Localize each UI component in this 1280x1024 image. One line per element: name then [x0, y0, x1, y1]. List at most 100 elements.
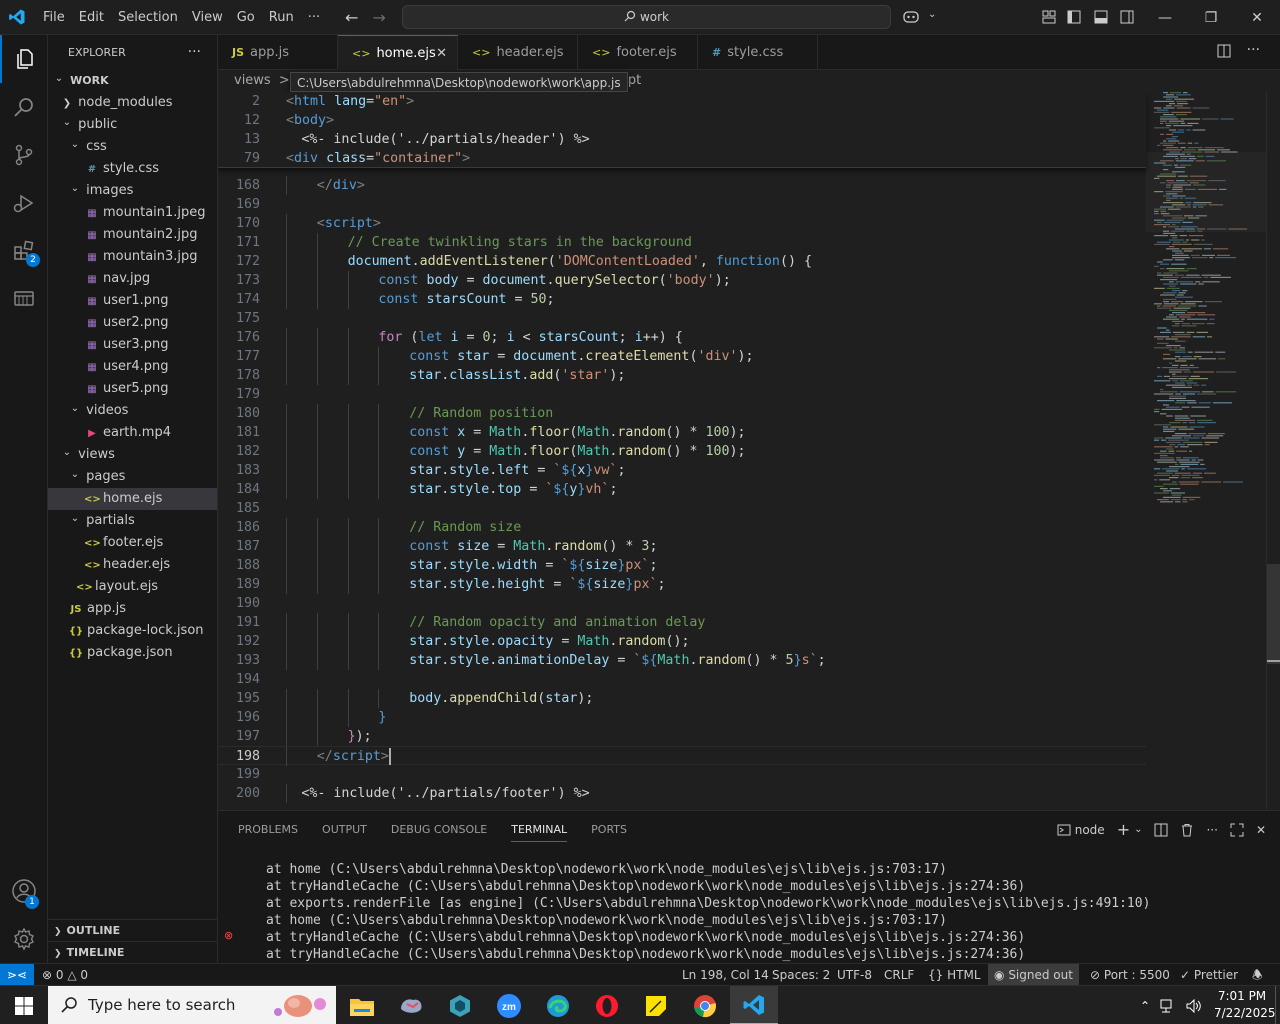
code-line[interactable]: 195 body.appendChild(star);	[218, 689, 1146, 708]
code-line[interactable]: 179	[218, 385, 1146, 404]
outline-section[interactable]: ❯ OUTLINE	[48, 919, 217, 941]
code-line[interactable]: 174 const starsCount = 50;	[218, 290, 1146, 309]
code-line[interactable]: 175	[218, 309, 1146, 328]
tab-problems[interactable]: PROBLEMS	[238, 823, 298, 836]
code-line[interactable]: 199	[218, 765, 1146, 784]
cursor-position[interactable]: Ln 198, Col 14	[682, 964, 769, 986]
file-explorer-icon[interactable]	[338, 986, 386, 1024]
remote-explorer-icon[interactable]	[0, 275, 48, 323]
tree-item[interactable]: ▦ user3.png	[48, 334, 217, 356]
tree-item[interactable]: ▦ mountain3.jpg	[48, 246, 217, 268]
code-line[interactable]: 178 star.classList.add('star');	[218, 366, 1146, 385]
sticky-notes-icon[interactable]	[632, 986, 680, 1024]
notifications-bell-icon[interactable]: 🕭	[1252, 964, 1263, 986]
tab-debug-console[interactable]: DEBUG CONSOLE	[391, 823, 487, 836]
menu-go[interactable]: Go	[230, 10, 262, 25]
code-line[interactable]: 193 star.style.animationDelay = `${Math.r…	[218, 651, 1146, 670]
prettier-status[interactable]: ✓ Prettier	[1180, 964, 1238, 986]
encoding[interactable]: UTF-8	[837, 964, 872, 986]
tree-item[interactable]: {} package-lock.json	[48, 620, 217, 642]
code-line[interactable]: 172 document.addEventListener('DOMContent…	[218, 252, 1146, 271]
maximize-panel-icon[interactable]	[1230, 823, 1244, 837]
split-editor-icon[interactable]	[1217, 44, 1231, 58]
code-line[interactable]: 191 // Random opacity and animation delay	[218, 613, 1146, 632]
code-line[interactable]: 187 const size = Math.random() * 3;	[218, 537, 1146, 556]
tab-home-ejs[interactable]: <> home.ejs ✕	[338, 35, 458, 71]
code-line[interactable]: 168 </div>	[218, 176, 1146, 195]
search-view-icon[interactable]	[0, 83, 48, 131]
clock[interactable]: 7:01 PM 7/22/2025	[1214, 988, 1276, 1022]
tree-item[interactable]: <> layout.ejs	[48, 576, 217, 598]
minimap[interactable]	[1146, 92, 1266, 810]
close-window-icon[interactable]: ✕	[1234, 0, 1280, 35]
tab-app-js[interactable]: JS app.js	[218, 35, 338, 70]
code-line[interactable]: 188 star.style.width = `${size}px`;	[218, 556, 1146, 575]
tree-item[interactable]: ▦ user1.png	[48, 290, 217, 312]
explorer-icon[interactable]	[0, 35, 48, 83]
tree-item[interactable]: ▦ user4.png	[48, 356, 217, 378]
forward-arrow-icon[interactable]: →	[372, 8, 385, 27]
code-editor[interactable]: 2 <html lang="en"> 12 <body> 13 <%- include('…	[218, 92, 1280, 810]
code-line[interactable]: 183 star.style.left = `${x}vw`;	[218, 461, 1146, 480]
tree-item[interactable]: JS app.js	[48, 598, 217, 620]
tab-output[interactable]: OUTPUT	[322, 823, 367, 836]
more-actions-icon[interactable]: ···	[1247, 43, 1260, 58]
code-line[interactable]: 173 const body = document.querySelector('…	[218, 271, 1146, 290]
menu-more[interactable]: ···	[301, 10, 327, 25]
taskbar-search[interactable]: Type here to search	[48, 986, 336, 1024]
code-line[interactable]: 170 <script>	[218, 214, 1146, 233]
accounts-icon[interactable]: 1	[0, 867, 48, 915]
tree-item[interactable]: {} package.json	[48, 642, 217, 664]
more-actions-icon[interactable]: ···	[1206, 823, 1217, 837]
code-line[interactable]: 186 // Random size	[218, 518, 1146, 537]
edge-icon[interactable]	[534, 986, 582, 1024]
sticky-line[interactable]: 2 <html lang="en">	[218, 92, 1146, 111]
taskbar-app-icon[interactable]	[387, 986, 435, 1024]
code-line[interactable]: 198 </script>	[218, 746, 1146, 766]
remote-indicator-icon[interactable]: ⋗⋖	[0, 964, 34, 986]
tab-style-css[interactable]: # style.css	[698, 35, 818, 70]
tree-item[interactable]: ▦ mountain2.jpg	[48, 224, 217, 246]
tree-item[interactable]: ⌄ WORK	[48, 70, 217, 92]
indentation[interactable]: Spaces: 2	[772, 964, 830, 986]
toggle-primary-sidebar-icon[interactable]	[1067, 10, 1081, 24]
network-icon[interactable]	[1160, 999, 1176, 1013]
tree-item[interactable]: ⌄ videos	[48, 400, 217, 422]
tree-item[interactable]: ⌄ views	[48, 444, 217, 466]
opera-icon[interactable]	[583, 986, 631, 1024]
restore-icon[interactable]: ❐	[1188, 0, 1234, 35]
extensions-icon[interactable]: 2	[0, 227, 48, 275]
code-line[interactable]: 196}	[218, 708, 1146, 727]
more-actions-icon[interactable]: ···	[188, 35, 201, 70]
close-panel-icon[interactable]: ✕	[1256, 823, 1266, 837]
code-line[interactable]: 189 star.style.height = `${size}px`;	[218, 575, 1146, 594]
sticky-line[interactable]: 12 <body>	[218, 111, 1146, 130]
zoom-icon[interactable]: zm	[485, 986, 533, 1024]
code-line[interactable]: 169	[218, 195, 1146, 214]
source-control-icon[interactable]	[0, 131, 48, 179]
tree-item[interactable]: ⌄ images	[48, 180, 217, 202]
vscode-taskbar-icon[interactable]	[730, 986, 778, 1024]
code-line[interactable]: 171 // Create twinkling stars in the back…	[218, 233, 1146, 252]
problems-indicator[interactable]: ⊗ 0 △ 0	[42, 964, 88, 986]
tab-footer-ejs[interactable]: <> footer.ejs	[578, 35, 698, 70]
tree-item[interactable]: ▦ mountain1.jpeg	[48, 202, 217, 224]
tab-ports[interactable]: PORTS	[591, 823, 627, 836]
windows-start-icon[interactable]	[0, 986, 48, 1024]
show-desktop-button[interactable]	[1275, 986, 1280, 1024]
terminal-shell-name[interactable]: node	[1075, 823, 1105, 837]
language-mode[interactable]: {} HTML	[928, 964, 981, 986]
tree-item[interactable]: <> home.ejs	[48, 488, 217, 510]
minimize-icon[interactable]: —	[1142, 0, 1188, 35]
menu-file[interactable]: File	[36, 10, 72, 25]
sticky-line[interactable]: 13 <%- include('../partials/header') %>	[218, 130, 1146, 149]
code-line[interactable]: 185	[218, 499, 1146, 518]
tree-item[interactable]: <> header.ejs	[48, 554, 217, 576]
menu-edit[interactable]: Edit	[72, 10, 111, 25]
tree-item[interactable]: <> footer.ejs	[48, 532, 217, 554]
code-line[interactable]: 194	[218, 670, 1146, 689]
tree-item[interactable]: ⌄ partials	[48, 510, 217, 532]
trash-icon[interactable]	[1180, 823, 1194, 837]
copilot-icon[interactable]	[902, 9, 920, 25]
menu-selection[interactable]: Selection	[111, 10, 185, 25]
